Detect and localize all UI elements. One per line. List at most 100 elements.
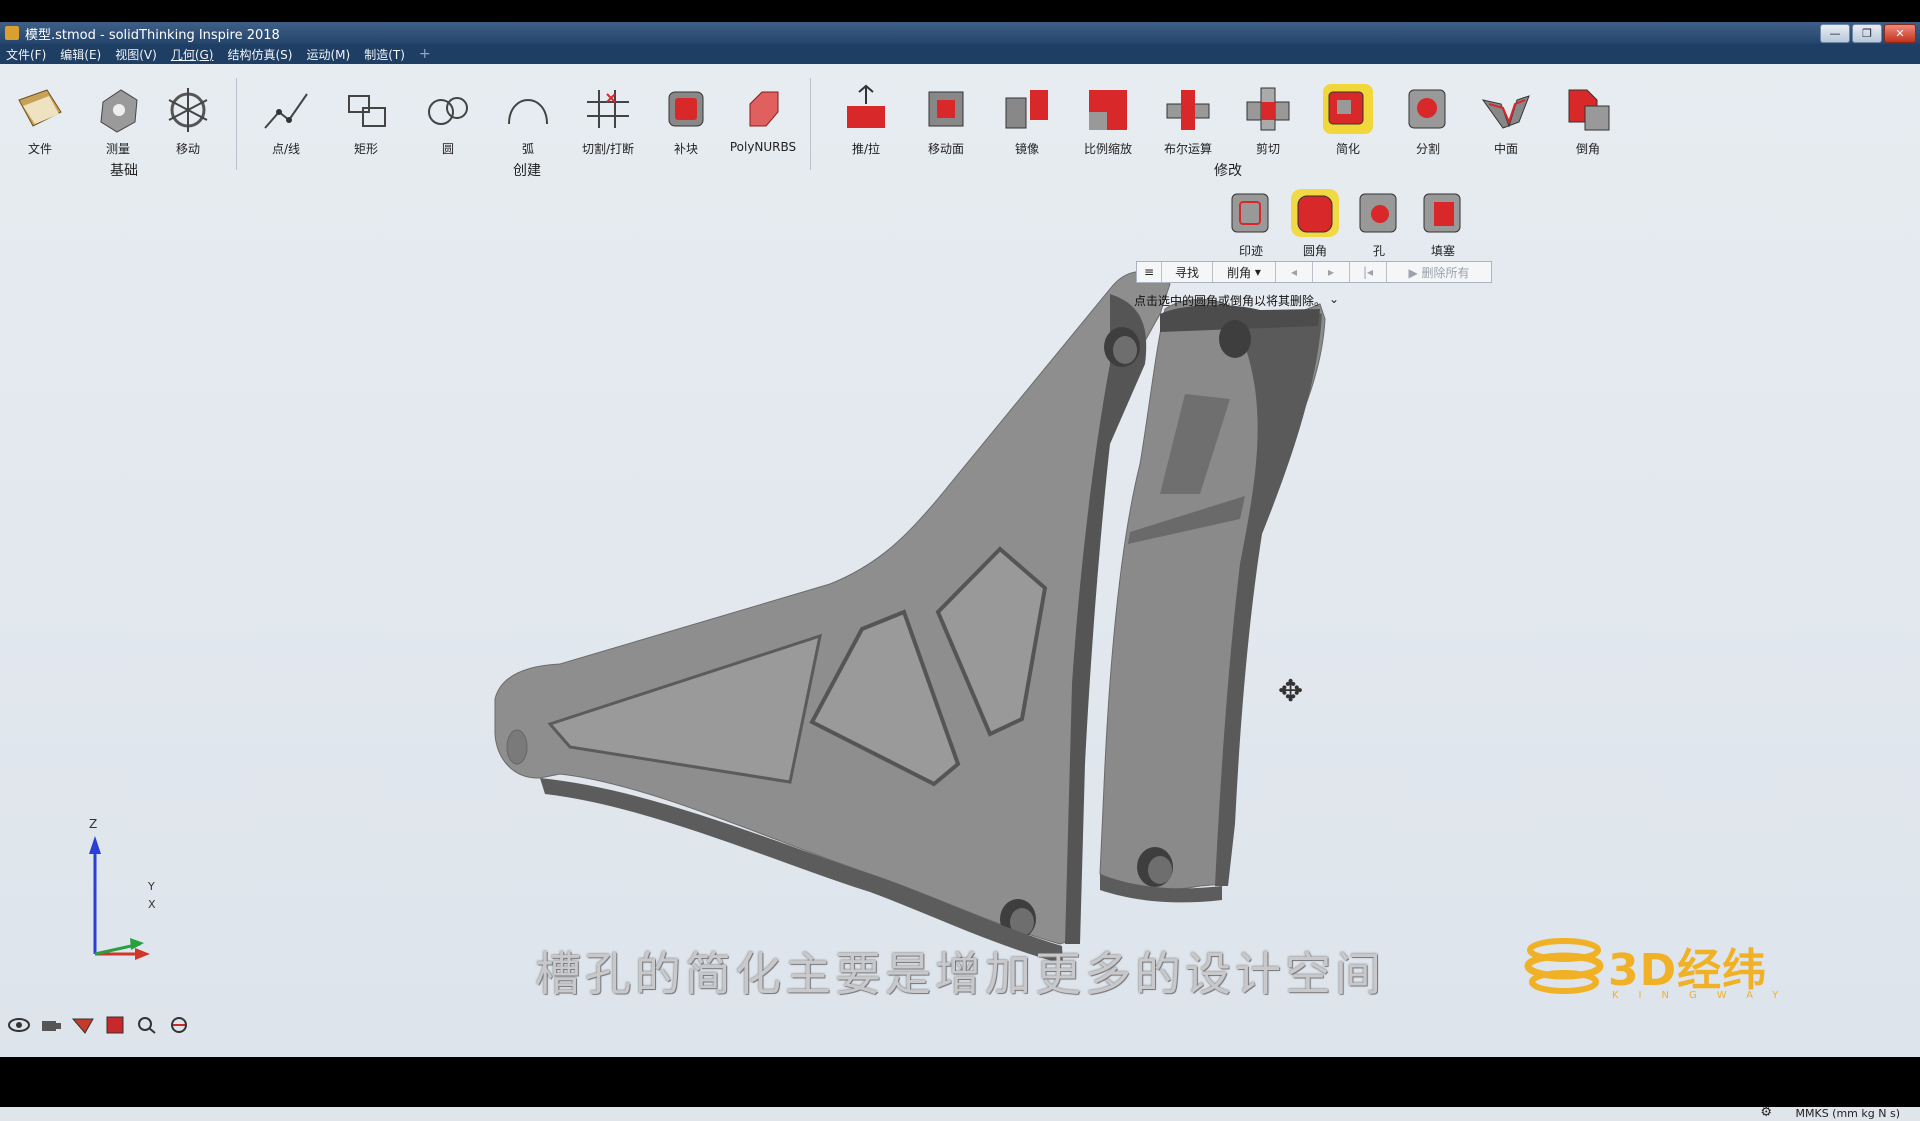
tool-boolean[interactable]: 布尔运算: [1152, 64, 1224, 157]
tool-polynurbs[interactable]: PolyNURBS: [727, 64, 799, 154]
group-create-label: 创建: [513, 163, 541, 179]
scale-icon: [1089, 90, 1127, 130]
next-button[interactable]: ▸: [1313, 262, 1350, 282]
split-icon: [1408, 89, 1446, 129]
menu-manufacture[interactable]: 制造(T): [364, 46, 405, 63]
expand-hint-icon[interactable]: ⌄: [1329, 292, 1339, 306]
axis-y-label: Y: [148, 880, 155, 893]
chamfer-icon: [1568, 89, 1610, 131]
toolbar-separator: [236, 78, 237, 170]
add-ribbon-icon[interactable]: +: [419, 46, 431, 62]
color-icon[interactable]: [102, 1012, 128, 1038]
minimize-button[interactable]: —: [1820, 24, 1850, 43]
logo-subtext: KINGWAY: [1612, 990, 1799, 1001]
menu-view[interactable]: 视图(V): [115, 46, 157, 63]
menu-file[interactable]: 文件(F): [6, 46, 46, 63]
move-face-icon: [928, 91, 964, 127]
trim-icon: [587, 90, 629, 128]
workspace: Z Y X 文件 测量 移动 基础 点/线 矩形 圆 弧 创建 切割/打断 补块…: [0, 64, 1920, 1121]
round-icon: [1291, 189, 1339, 237]
move-cursor-icon: ✥: [1278, 674, 1304, 709]
midsurface-icon: [1481, 95, 1530, 129]
menu-structure[interactable]: 结构仿真(S): [227, 46, 292, 63]
tool-simplify[interactable]: 简化: [1312, 64, 1384, 157]
tool-patch[interactable]: 补块: [650, 64, 722, 157]
tool-arc[interactable]: 弧: [492, 64, 564, 157]
measure-icon: [100, 89, 138, 133]
delete-all-button[interactable]: ▶ 删除所有: [1387, 262, 1491, 282]
push-pull-icon: [847, 84, 885, 128]
move-icon: [168, 88, 208, 132]
axis-z-label: Z: [89, 817, 98, 831]
tool-circle[interactable]: 圆: [412, 64, 484, 157]
window-controls: — ❐ ✕: [1820, 24, 1916, 43]
status-bar: ⚙ MMKS (mm kg N s): [0, 1105, 1920, 1121]
tool-cut[interactable]: 剪切: [1232, 64, 1304, 157]
arc-icon: [508, 99, 548, 125]
group-modify-label: 修改: [1214, 163, 1242, 179]
polynurbs-icon: [749, 91, 779, 127]
tool-chamfer[interactable]: 倒角: [1552, 64, 1624, 157]
title-bar: 模型.stmod - solidThinking Inspire 2018 — …: [0, 22, 1920, 44]
tool-measure[interactable]: 测量: [82, 64, 154, 157]
subtool-imprint[interactable]: 印迹: [1220, 188, 1282, 259]
tool-mirror[interactable]: 镜像: [991, 64, 1063, 157]
unit-system[interactable]: MMKS (mm kg N s): [1796, 1107, 1901, 1120]
view-controls: [6, 1012, 192, 1038]
tool-midsurface[interactable]: 中面: [1470, 64, 1542, 157]
group-base-label: 基础: [110, 163, 138, 179]
tool-rectangle[interactable]: 矩形: [330, 64, 402, 157]
tool-move[interactable]: 移动: [152, 64, 224, 157]
app-icon: [5, 26, 19, 40]
logo-mark-icon: [1524, 938, 1604, 994]
logo-text: 3D经纬: [1608, 945, 1768, 996]
subtool-hole[interactable]: 孔: [1348, 188, 1410, 259]
menu-bar: 文件(F) 编辑(E) 视图(V) 几何(G) 结构仿真(S) 运动(M) 制造…: [0, 44, 1920, 64]
tool-move-face[interactable]: 移动面: [910, 64, 982, 157]
prev-button[interactable]: ◂: [1276, 262, 1313, 282]
boolean-icon: [1166, 90, 1210, 130]
tool-push-pull[interactable]: 推/拉: [830, 64, 902, 157]
tool-scale[interactable]: 比例缩放: [1072, 64, 1144, 157]
tool-trim[interactable]: 切割/打断: [572, 64, 644, 157]
mirror-icon: [1005, 90, 1048, 129]
camera-icon[interactable]: [38, 1012, 64, 1038]
close-button[interactable]: ✕: [1884, 24, 1916, 43]
axis-x-label: X: [148, 898, 156, 911]
find-bar: ≡ 寻找 削角 ▾ ◂ ▸ |◂ ▶ 删除所有: [1136, 261, 1492, 283]
file-icon: [18, 89, 62, 127]
model-viewport[interactable]: [0, 64, 1920, 1057]
menu-edit[interactable]: 编辑(E): [60, 46, 101, 63]
unit-settings-icon[interactable]: ⚙: [1760, 1105, 1772, 1120]
patch-icon: [668, 91, 704, 127]
render-icon[interactable]: [166, 1012, 192, 1038]
menu-geometry[interactable]: 几何(G): [171, 46, 214, 63]
simplify-icon: [1323, 84, 1373, 134]
subtool-plug[interactable]: 填塞: [1412, 188, 1474, 259]
feature-type-value: 削角: [1227, 265, 1252, 280]
find-menu-icon[interactable]: ≡: [1137, 262, 1162, 282]
eye-icon[interactable]: [6, 1012, 32, 1038]
tool-split[interactable]: 分割: [1392, 64, 1464, 157]
tool-point-line[interactable]: 点/线: [250, 64, 322, 157]
rectangle-icon: [348, 95, 386, 127]
toolbar-separator: [810, 78, 811, 170]
zoom-icon[interactable]: [134, 1012, 160, 1038]
imprint-icon: [1231, 193, 1269, 233]
menu-motion[interactable]: 运动(M): [306, 46, 350, 63]
circle-icon: [428, 97, 468, 125]
window-title: 模型.stmod - solidThinking Inspire 2018: [25, 27, 280, 43]
kingway-logo: 3D经纬 KINGWAY: [1524, 932, 1784, 1012]
ribbon-toolbar: 文件 测量 移动 基础 点/线 矩形 圆 弧 创建 切割/打断 补块 PolyN…: [0, 64, 1920, 184]
tool-file[interactable]: 文件: [4, 64, 76, 157]
hole-icon: [1359, 193, 1397, 233]
find-button[interactable]: 寻找: [1162, 262, 1213, 282]
feature-type-select[interactable]: 削角 ▾: [1213, 262, 1276, 282]
hint-message: 点击选中的圆角或倒角以将其删除。: [1134, 294, 1327, 308]
cut-icon: [1246, 87, 1290, 131]
first-button[interactable]: |◂: [1350, 262, 1387, 282]
subtool-round[interactable]: 圆角: [1284, 188, 1346, 259]
section-icon[interactable]: [70, 1012, 96, 1038]
restore-button[interactable]: ❐: [1852, 24, 1882, 43]
plug-icon: [1423, 193, 1461, 233]
